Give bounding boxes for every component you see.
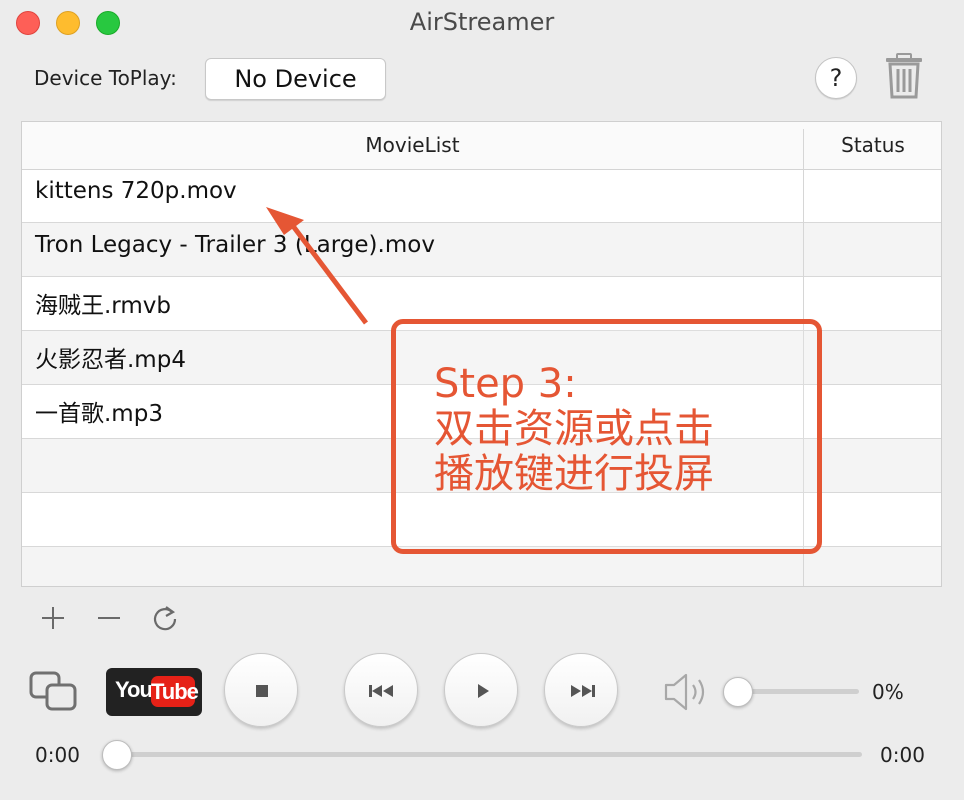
mirror-screen-icon[interactable] bbox=[28, 670, 80, 714]
progress-slider-knob[interactable] bbox=[102, 740, 132, 770]
annotation-line-2: 播放键进行投屏 bbox=[434, 451, 714, 497]
volume-percent: 0% bbox=[872, 680, 904, 704]
movie-name: Tron Legacy - Trailer 3 (Large).mov bbox=[35, 232, 435, 258]
volume-slider-knob[interactable] bbox=[723, 677, 753, 707]
refresh-icon[interactable] bbox=[150, 603, 180, 633]
movie-name: 海贼王.rmvb bbox=[35, 293, 171, 319]
rewind-icon bbox=[369, 685, 393, 697]
previous-button[interactable] bbox=[344, 653, 418, 727]
annotation-step: Step 3: bbox=[434, 361, 577, 407]
stop-icon bbox=[256, 685, 268, 697]
next-button[interactable] bbox=[544, 653, 618, 727]
progress-slider[interactable] bbox=[104, 752, 862, 757]
speaker-icon[interactable] bbox=[662, 669, 710, 715]
current-time: 0:00 bbox=[35, 743, 80, 767]
plus-icon[interactable] bbox=[38, 603, 68, 633]
column-header-movielist[interactable]: MovieList bbox=[22, 122, 803, 169]
youtube-button[interactable]: You Tube bbox=[106, 668, 202, 716]
window-title: AirStreamer bbox=[409, 8, 555, 36]
total-time: 0:00 bbox=[880, 743, 925, 767]
annotation-line-1: 双击资源或点击 bbox=[434, 406, 714, 452]
play-button[interactable] bbox=[444, 653, 518, 727]
annotation-text: Step 3: 双击资源或点击 播放键进行投屏 bbox=[434, 362, 714, 497]
movie-name: 火影忍者.mp4 bbox=[35, 347, 186, 373]
column-header-status[interactable]: Status bbox=[803, 122, 941, 169]
help-button[interactable]: ? bbox=[815, 57, 857, 99]
youtube-logo-you: You bbox=[115, 677, 153, 702]
trash-icon[interactable] bbox=[882, 53, 926, 99]
play-icon bbox=[478, 684, 489, 698]
movie-name: kittens 720p.mov bbox=[35, 178, 237, 204]
fast-forward-icon bbox=[571, 685, 595, 697]
minus-icon[interactable] bbox=[94, 603, 124, 633]
device-select-button[interactable]: No Device bbox=[205, 58, 386, 100]
movie-name: 一首歌.mp3 bbox=[35, 401, 163, 427]
stop-button[interactable] bbox=[224, 653, 298, 727]
device-label: Device ToPlay: bbox=[34, 66, 177, 90]
app-window: AirStreamer Device ToPlay: No Device ? M… bbox=[0, 0, 964, 800]
youtube-logo-tube: Tube bbox=[151, 676, 199, 707]
